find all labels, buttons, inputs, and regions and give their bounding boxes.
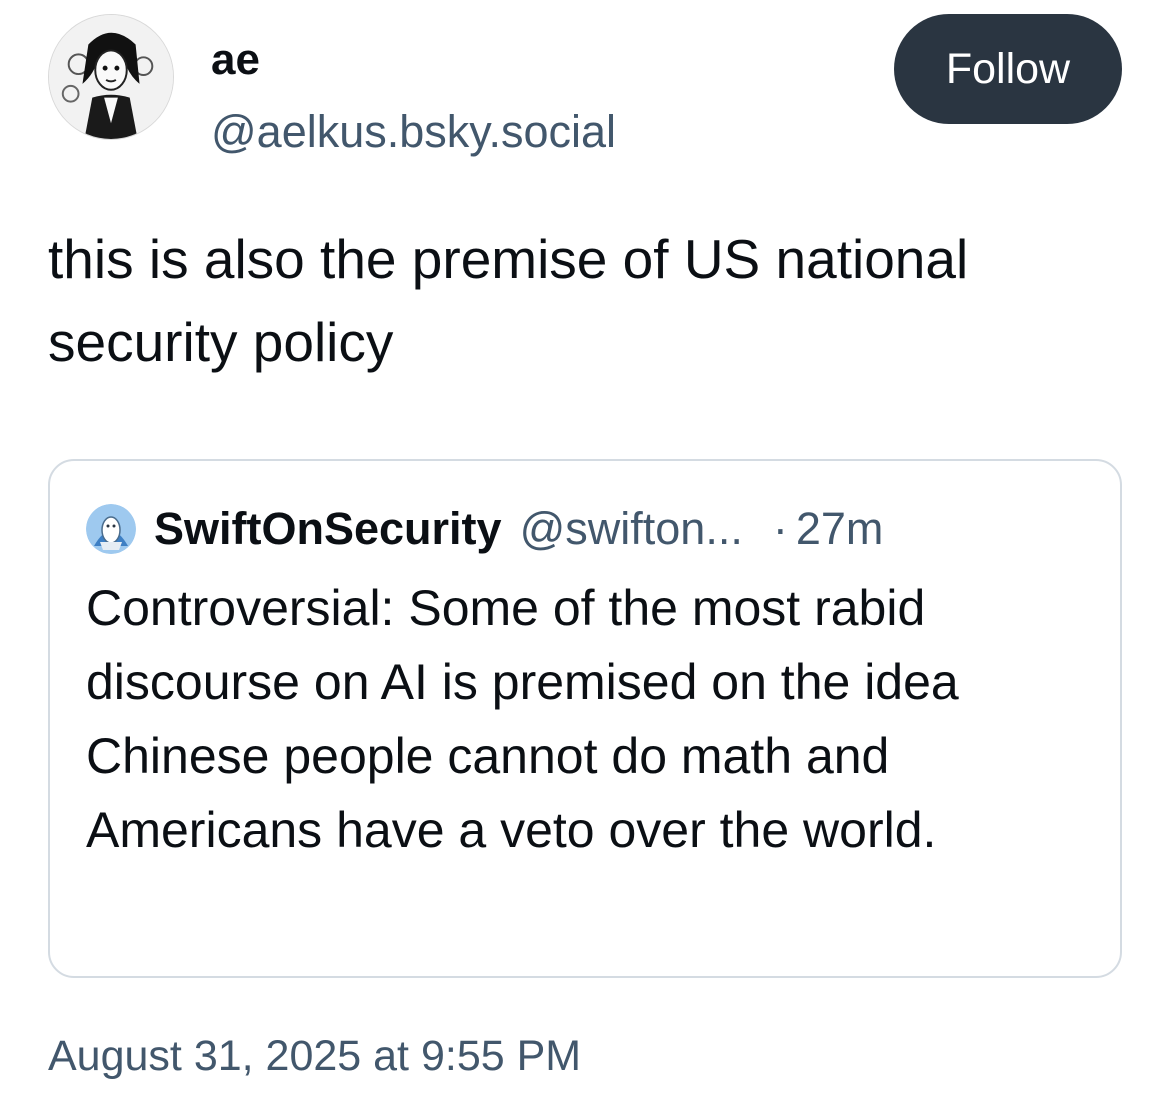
post-timestamp: August 31, 2025 at 9:55 PM — [48, 1032, 582, 1080]
quoted-author-name[interactable]: SwiftOnSecurity — [154, 503, 502, 555]
quoted-post-header: SwiftOnSecurity @swifton... · 27m — [86, 499, 883, 559]
separator-dot: · — [772, 503, 788, 554]
quoted-user-avatar-icon[interactable] — [86, 504, 136, 554]
author-avatar[interactable] — [48, 14, 174, 140]
user-avatar-illustration-icon — [49, 15, 173, 139]
quoted-post-time: 27m — [795, 503, 884, 554]
follow-button[interactable]: Follow — [894, 14, 1122, 124]
author-display-name[interactable]: ae — [211, 34, 260, 86]
author-row: ae @aelkus.bsky.social Follow — [48, 14, 1122, 157]
post: ae @aelkus.bsky.social Follow this is al… — [0, 0, 1170, 1100]
quoted-post-card[interactable]: SwiftOnSecurity @swifton... · 27m Contro… — [48, 459, 1122, 978]
post-text: this is also the premise of US national … — [48, 228, 984, 373]
quoted-post-text: Controversial: Some of the most rabid di… — [86, 580, 959, 858]
author-handle[interactable]: @aelkus.bsky.social — [211, 104, 616, 160]
quoted-author-handle[interactable]: @swifton... — [520, 503, 743, 555]
